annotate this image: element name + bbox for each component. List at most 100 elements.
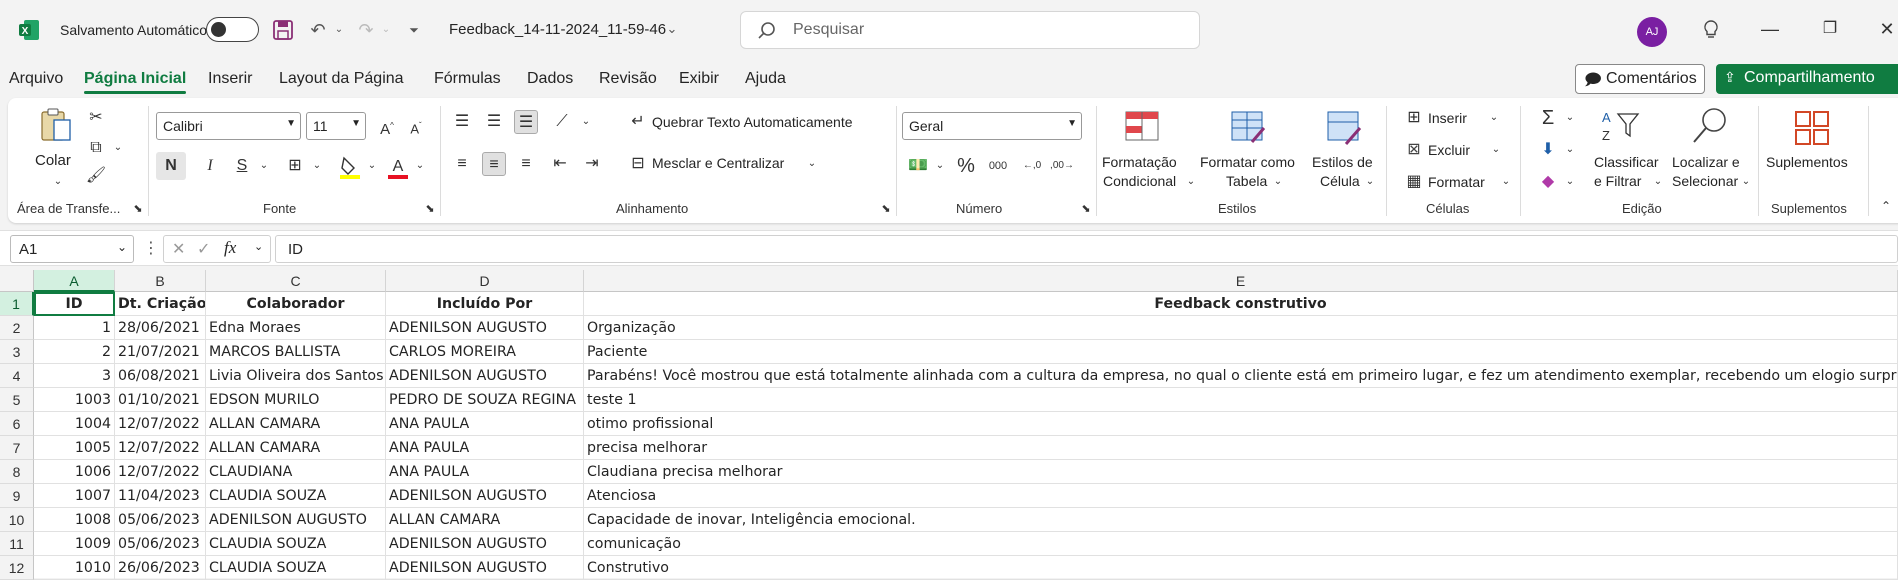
table-cell[interactable]: PEDRO DE SOUZA REGINA xyxy=(386,388,584,412)
table-cell[interactable]: 28/06/2021 xyxy=(115,316,206,340)
clear-icon[interactable]: ◆ xyxy=(1536,170,1560,194)
conditional-formatting-label-1[interactable]: Formatação xyxy=(1102,154,1177,170)
borders-icon[interactable]: ⊞ xyxy=(283,154,307,178)
font-size-combo[interactable]: 11 ▼ xyxy=(306,112,366,140)
find-dropdown-icon[interactable]: ⌄ xyxy=(1734,170,1758,194)
table-dropdown-icon[interactable]: ⌄ xyxy=(1266,170,1290,194)
autosum-icon[interactable]: Σ xyxy=(1536,106,1560,130)
clear-dropdown-icon[interactable]: ⌄ xyxy=(1558,170,1582,194)
table-cell[interactable]: 06/08/2021 xyxy=(115,364,206,388)
table-cell[interactable]: Construtivo xyxy=(584,556,1898,580)
table-cell[interactable]: CLAUDIA SOUZA xyxy=(206,484,386,508)
more-options-icon[interactable]: ⋮ xyxy=(143,238,159,258)
align-right-icon[interactable]: ≡ xyxy=(514,152,538,176)
align-left-icon[interactable]: ≡ xyxy=(450,152,474,176)
header-cell[interactable]: Incluído Por xyxy=(386,292,584,316)
tab-inserir[interactable]: Inserir xyxy=(208,70,252,88)
table-cell[interactable]: 3 xyxy=(34,364,115,388)
share-button[interactable]: ⇪ Compartilhamento xyxy=(1716,64,1898,94)
delete-cells-button[interactable]: Excluir xyxy=(1428,142,1470,158)
table-cell[interactable]: comunicação xyxy=(584,532,1898,556)
increase-decimal-icon[interactable]: ←,0 xyxy=(1020,154,1044,178)
table-cell[interactable]: 1004 xyxy=(34,412,115,436)
column-header-b[interactable]: B xyxy=(115,270,206,292)
font-color-dropdown-icon[interactable]: ⌄ xyxy=(408,154,432,178)
percent-icon[interactable]: % xyxy=(954,154,978,178)
file-name[interactable]: Feedback_14-11-2024_11-59-46 xyxy=(449,21,666,38)
conditional-formatting-label-2[interactable]: Condicional xyxy=(1103,173,1176,189)
table-cell[interactable]: ADENILSON AUGUSTO xyxy=(386,364,584,388)
table-cell[interactable]: Parabéns! Você mostrou que está totalmen… xyxy=(584,364,1898,388)
table-cell[interactable]: ADENILSON AUGUSTO xyxy=(386,532,584,556)
row-header[interactable]: 7 xyxy=(0,436,34,460)
table-cell[interactable]: 1005 xyxy=(34,436,115,460)
italic-button[interactable]: I xyxy=(198,154,222,178)
wrap-text-button[interactable]: Quebrar Texto Automaticamente xyxy=(652,114,853,130)
accounting-dropdown-icon[interactable]: ⌄ xyxy=(928,154,952,178)
copy-icon[interactable]: ⧉ xyxy=(84,136,108,160)
table-cell[interactable]: 1006 xyxy=(34,460,115,484)
table-cell[interactable]: 01/10/2021 xyxy=(115,388,206,412)
table-cell[interactable]: ALLAN CAMARA xyxy=(206,436,386,460)
table-cell[interactable]: Organização xyxy=(584,316,1898,340)
add-ins-icon[interactable] xyxy=(1792,108,1832,148)
column-header-e[interactable]: E xyxy=(584,270,1898,292)
row-header[interactable]: 3 xyxy=(0,340,34,364)
orientation-dropdown-icon[interactable]: ⌄ xyxy=(574,110,598,134)
table-cell[interactable]: Paciente xyxy=(584,340,1898,364)
redo-dropdown-icon[interactable]: ⌄ xyxy=(374,18,398,42)
table-cell[interactable]: 05/06/2023 xyxy=(115,508,206,532)
format-as-table-label-2[interactable]: Tabela xyxy=(1226,173,1267,189)
table-cell[interactable]: ANA PAULA xyxy=(386,460,584,484)
lightbulb-icon[interactable] xyxy=(1700,19,1722,41)
autosave-toggle[interactable] xyxy=(206,17,259,42)
table-cell[interactable]: 26/06/2023 xyxy=(115,556,206,580)
fill-color-icon[interactable] xyxy=(338,154,362,180)
add-ins-button[interactable]: Suplementos xyxy=(1766,154,1848,170)
row-header[interactable]: 9 xyxy=(0,484,34,508)
format-as-table-icon[interactable] xyxy=(1228,108,1268,148)
alignment-launcher-icon[interactable]: ⬊ xyxy=(874,197,898,221)
find-select-label-2[interactable]: Selecionar xyxy=(1672,173,1738,189)
table-cell[interactable]: ANA PAULA xyxy=(386,412,584,436)
table-cell[interactable]: Capacidade de inovar, Inteligência emoci… xyxy=(584,508,1898,532)
thousands-separator-icon[interactable]: 000 xyxy=(986,154,1010,178)
table-cell[interactable]: CLAUDIA SOUZA xyxy=(206,556,386,580)
formula-input[interactable]: ID xyxy=(275,235,1898,263)
table-cell[interactable]: ADENILSON AUGUSTO xyxy=(386,316,584,340)
tab-arquivo[interactable]: Arquivo xyxy=(9,70,63,88)
find-select-icon[interactable] xyxy=(1690,106,1730,146)
table-cell[interactable]: otimo profissional xyxy=(584,412,1898,436)
close-icon[interactable]: ✕ xyxy=(1872,14,1898,44)
table-cell[interactable]: ALLAN CAMARA xyxy=(206,412,386,436)
table-cell[interactable]: 1003 xyxy=(34,388,115,412)
tab-layout-da-pagina[interactable]: Layout da Página xyxy=(279,70,404,88)
cell-styles-dropdown-icon[interactable]: ⌄ xyxy=(1358,170,1382,194)
decrease-indent-icon[interactable]: ⇤ xyxy=(548,152,572,176)
align-center-icon[interactable]: ≡ xyxy=(482,152,506,176)
row-header[interactable]: 8 xyxy=(0,460,34,484)
table-cell[interactable]: 21/07/2021 xyxy=(115,340,206,364)
copy-dropdown-icon[interactable]: ⌄ xyxy=(106,136,130,160)
increase-font-icon[interactable]: A^ xyxy=(375,114,399,138)
table-cell[interactable]: ADENILSON AUGUSTO xyxy=(386,484,584,508)
accounting-format-icon[interactable]: 💵 xyxy=(906,154,930,178)
row-header[interactable]: 10 xyxy=(0,508,34,532)
clipboard-launcher-icon[interactable]: ⬊ xyxy=(126,197,150,221)
tab-revisao[interactable]: Revisão xyxy=(599,70,657,88)
sort-dropdown-icon[interactable]: ⌄ xyxy=(1646,170,1670,194)
header-cell[interactable]: Dt. Criação xyxy=(115,292,206,316)
collapse-ribbon-icon[interactable]: ⌃ xyxy=(1874,194,1898,218)
chevron-down-icon[interactable]: ⌄ xyxy=(254,240,263,253)
bold-button[interactable]: N xyxy=(156,152,186,180)
orientation-icon[interactable]: ⟋ xyxy=(550,110,574,134)
table-cell[interactable]: 1 xyxy=(34,316,115,340)
sort-filter-label-2[interactable]: e Filtrar xyxy=(1594,173,1641,189)
table-cell[interactable]: 05/06/2023 xyxy=(115,532,206,556)
align-top-icon[interactable]: ☰ xyxy=(450,110,474,134)
table-cell[interactable]: 12/07/2022 xyxy=(115,436,206,460)
user-avatar[interactable]: AJ xyxy=(1637,17,1667,47)
autosum-dropdown-icon[interactable]: ⌄ xyxy=(1558,106,1582,130)
header-cell[interactable]: Colaborador xyxy=(206,292,386,316)
sort-filter-label-1[interactable]: Classificar xyxy=(1594,154,1659,170)
